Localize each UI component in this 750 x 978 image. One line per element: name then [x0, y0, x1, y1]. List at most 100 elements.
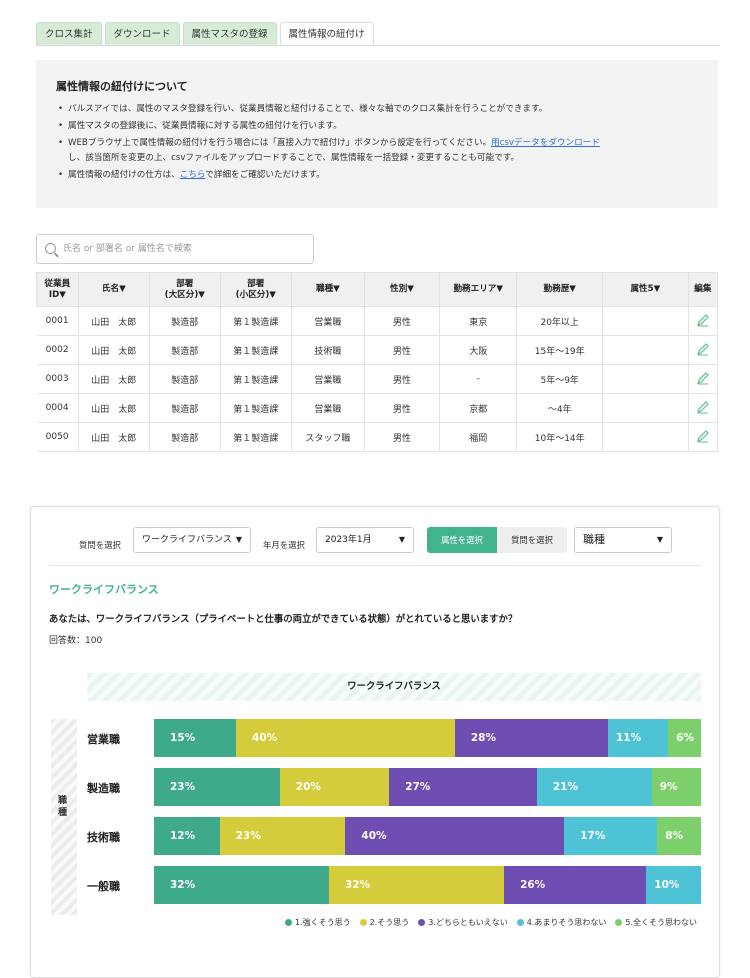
- bar-segment: 20%: [279, 768, 390, 806]
- column-header[interactable]: 勤務歴▼: [516, 272, 604, 307]
- tab-cross-tab[interactable]: クロス集計: [36, 22, 102, 46]
- bar-segment: 15%: [154, 719, 237, 757]
- table-cell: 第１製造課: [220, 335, 292, 365]
- column-header[interactable]: 部署 (小区分)▼: [219, 272, 292, 307]
- table-cell: 男性: [364, 393, 441, 423]
- table-cell: 技術職: [291, 335, 365, 365]
- table-cell: 山田 太郎: [78, 306, 150, 336]
- edit-button[interactable]: [688, 364, 719, 394]
- table-cell: 20年以上: [516, 306, 604, 336]
- axis-group-label: 職種: [51, 719, 77, 915]
- table-cell: 0004: [36, 393, 79, 423]
- attribute-select-value: 職種: [583, 533, 605, 546]
- table-cell: 営業職: [291, 393, 365, 423]
- column-header[interactable]: 性別▼: [363, 272, 441, 307]
- category-label: 一般職: [87, 880, 120, 893]
- legend-item: 2.そう思う: [359, 917, 409, 928]
- column-header[interactable]: 勤務エリア▼: [439, 272, 518, 307]
- question-mode-button[interactable]: 質問を選択: [497, 527, 567, 553]
- table-body: 0001 山田 太郎 製造部 第１製造課 営業職 男性 東京 20年以上 0002 山田 太郎 製造…: [36, 306, 719, 452]
- bar-segment: 17%: [564, 817, 658, 855]
- chevron-down-icon: ▼: [398, 535, 405, 544]
- table-cell: 第１製造課: [220, 364, 292, 394]
- table-cell: 第１製造課: [220, 393, 292, 423]
- legend-dot-icon: [359, 919, 367, 926]
- category-label: 製造職: [87, 782, 120, 795]
- column-header[interactable]: 職種▼: [290, 272, 365, 307]
- table-row: 0003 山田 太郎 製造部 第１製造課 営業職 男性 -5年〜9年: [36, 364, 719, 394]
- tab-attribute-master[interactable]: 属性マスタの登録: [182, 22, 277, 46]
- table-cell: スタッフ職: [291, 422, 365, 452]
- column-header[interactable]: 属性5▼: [602, 272, 689, 307]
- bar-segment: 23%: [219, 817, 346, 855]
- bar-segment: 11%: [608, 719, 669, 757]
- tab-download[interactable]: ダウンロード: [104, 22, 180, 46]
- info-text: で詳細をご確認いただけます。: [205, 170, 325, 180]
- table-cell: [602, 393, 689, 423]
- tab-attribute-link[interactable]: 属性情報の紐付け: [279, 22, 374, 46]
- month-select-label: 年月を選択: [263, 540, 305, 550]
- table-cell: 10年〜14年: [516, 422, 604, 452]
- mode-toggle: 属性を選択 質問を選択: [427, 527, 567, 553]
- info-text: し、該当箇所を変更の上、csvファイルをアップロードすることで、属性情報を一括登…: [68, 153, 520, 163]
- bar-row: 32% 32% 26% 10%: [154, 866, 701, 904]
- table-cell: 製造部: [149, 364, 221, 394]
- bar-segment: 27%: [389, 768, 537, 806]
- bar-segment: 12%: [154, 817, 220, 855]
- chevron-down-icon: ▼: [656, 535, 663, 544]
- table-cell: 製造部: [149, 306, 221, 336]
- bar-segment: 8%: [657, 817, 701, 855]
- info-bullet: パルスアイでは、属性のマスタ登録を行い、従業員情報と紐付けることで、様々な軸での…: [56, 102, 698, 117]
- attribute-select[interactable]: 職種 ▼: [574, 527, 672, 553]
- pencil-icon: [696, 313, 709, 326]
- edit-button[interactable]: [688, 393, 719, 423]
- table-cell: [602, 364, 689, 394]
- info-text: 属性情報の紐付けの仕方は、: [68, 170, 180, 180]
- csv-download-link[interactable]: 用csvデータをダウンロード: [491, 138, 600, 148]
- table-cell: 15年〜19年: [516, 335, 604, 365]
- column-header[interactable]: 従業員 ID▼: [36, 272, 79, 307]
- table-cell: 山田 太郎: [78, 364, 150, 394]
- info-title: 属性情報の紐付けについて: [56, 80, 188, 93]
- info-text: WEBブラウザ上で属性情報の紐付けを行う場合には「直接入力で紐付け」ボタンから設…: [68, 138, 492, 148]
- table-cell: [602, 306, 689, 336]
- edit-button[interactable]: [688, 335, 719, 365]
- table-cell: 0001: [36, 306, 79, 336]
- help-link[interactable]: こちら: [180, 170, 206, 180]
- answer-count: 回答数：100: [49, 636, 103, 646]
- month-select[interactable]: 2023年1月 ▼: [316, 527, 414, 553]
- info-bullet: 属性情報の紐付けの仕方は、こちらで詳細をご確認いただけます。: [56, 168, 698, 183]
- attribute-mode-button[interactable]: 属性を選択: [427, 527, 497, 553]
- column-header[interactable]: 氏名▼: [77, 272, 150, 307]
- question-select-label: 質問を選択: [79, 540, 121, 550]
- info-bullet: WEBブラウザ上で属性情報の紐付けを行う場合には「直接入力で紐付け」ボタンから設…: [56, 136, 698, 166]
- bar-segment: 23%: [154, 768, 280, 806]
- legend-dot-icon: [615, 919, 623, 926]
- search-input[interactable]: 氏名 or 部署名 or 属性名で検索: [36, 234, 314, 264]
- question-select-value: ワークライフバランス: [142, 535, 232, 545]
- legend-dot-icon: [418, 919, 426, 926]
- bar-segment: 40%: [236, 719, 455, 757]
- table-cell: 男性: [364, 364, 441, 394]
- bar-segment: 32%: [329, 866, 505, 904]
- table-cell: 0002: [36, 335, 79, 365]
- table-row: 0002 山田 太郎 製造部 第１製造課 技術職 男性 大阪 15年〜19年: [36, 335, 719, 365]
- legend-dot-icon: [516, 919, 524, 926]
- legend-dot-icon: [284, 919, 292, 926]
- survey-panel: 質問を選択 ワークライフバランス ▼ 年月を選択 2023年1月 ▼ 属性を選択 質…: [30, 506, 720, 978]
- category-label: 営業職: [87, 733, 120, 746]
- legend-label: 3.どちらともいえない: [428, 918, 508, 927]
- table-cell: 男性: [364, 422, 441, 452]
- edit-button[interactable]: [688, 422, 719, 452]
- legend-label: 4.あまりそう思わない: [526, 918, 607, 927]
- table-cell: 男性: [364, 335, 441, 365]
- search-placeholder: 氏名 or 部署名 or 属性名で検索: [63, 244, 192, 254]
- legend-item: 1.強くそう思う: [284, 917, 351, 928]
- column-header[interactable]: 部署 (大区分)▼: [148, 272, 221, 307]
- table-row: 0050 山田 太郎 製造部 第１製造課 スタッフ職 男性 福岡 10年〜14年: [36, 422, 719, 452]
- question-select[interactable]: ワークライフバランス ▼: [133, 527, 251, 553]
- edit-button[interactable]: [688, 306, 719, 336]
- table-cell: 男性: [364, 306, 441, 336]
- bar-segment: 21%: [536, 768, 652, 806]
- bar-segment: 6%: [668, 719, 701, 757]
